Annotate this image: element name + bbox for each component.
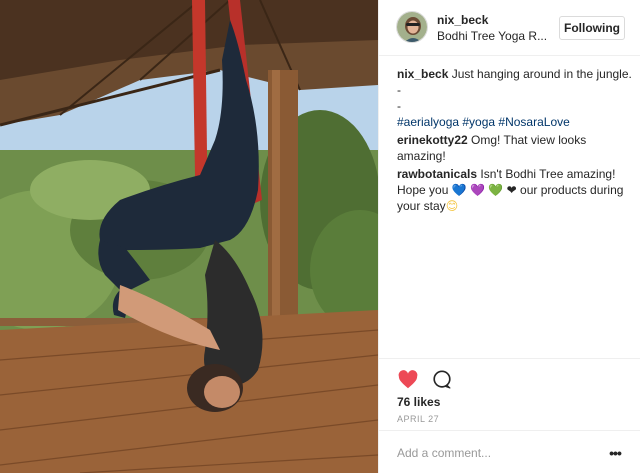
add-comment-input[interactable] <box>397 444 597 462</box>
instagram-post: nix_beck Bodhi Tree Yoga R... Following … <box>0 0 640 473</box>
post-header: nix_beck Bodhi Tree Yoga R... Following <box>379 0 640 56</box>
smiling-face-emoji-icon: 😊 <box>445 199 459 213</box>
green-heart-emoji-icon: 💚 <box>488 183 504 197</box>
add-comment-section: ••• <box>379 430 640 473</box>
purple-heart-emoji-icon: 💜 <box>470 183 485 197</box>
avatar-photo-icon <box>397 12 427 42</box>
comment-bubble-icon[interactable] <box>431 369 453 391</box>
comment-item: rawbotanicals Isn't Bodhi Tree amazing! … <box>397 166 633 214</box>
blue-heart-emoji-icon: 💙 <box>451 183 467 197</box>
caption-author[interactable]: nix_beck <box>397 67 448 81</box>
aerial-yoga-photo <box>0 0 378 473</box>
caption-dash: - <box>397 83 401 97</box>
avatar[interactable] <box>396 11 428 43</box>
heart-icon[interactable] <box>397 369 419 391</box>
comments-list: nix_beck Just hanging around in the jung… <box>397 66 633 216</box>
action-icons <box>397 369 453 391</box>
following-button[interactable]: Following <box>559 16 625 40</box>
username[interactable]: nix_beck <box>437 13 488 27</box>
comment-author[interactable]: rawbotanicals <box>397 167 477 181</box>
post-date[interactable]: April 27 <box>397 414 439 424</box>
post-actions: 76 likes April 27 ••• <box>379 358 640 473</box>
caption-text: Just hanging around in the jungle. <box>451 67 632 81</box>
post-photo[interactable] <box>0 0 378 473</box>
post-sidebar: nix_beck Bodhi Tree Yoga R... Following … <box>378 0 640 473</box>
comment-item: erinekotty22 Omg! That view looks amazin… <box>397 132 633 164</box>
more-options-icon[interactable]: ••• <box>603 444 627 462</box>
black-heart-emoji-icon: ❤ <box>506 183 517 197</box>
comment-author[interactable]: erinekotty22 <box>397 133 468 147</box>
location-link[interactable]: Bodhi Tree Yoga R... <box>437 29 547 43</box>
caption-dash: - <box>397 99 401 113</box>
caption: nix_beck Just hanging around in the jung… <box>397 66 633 130</box>
caption-hashtags[interactable]: #aerialyoga #yoga #NosaraLove <box>397 114 633 130</box>
likes-count[interactable]: 76 likes <box>397 395 440 409</box>
